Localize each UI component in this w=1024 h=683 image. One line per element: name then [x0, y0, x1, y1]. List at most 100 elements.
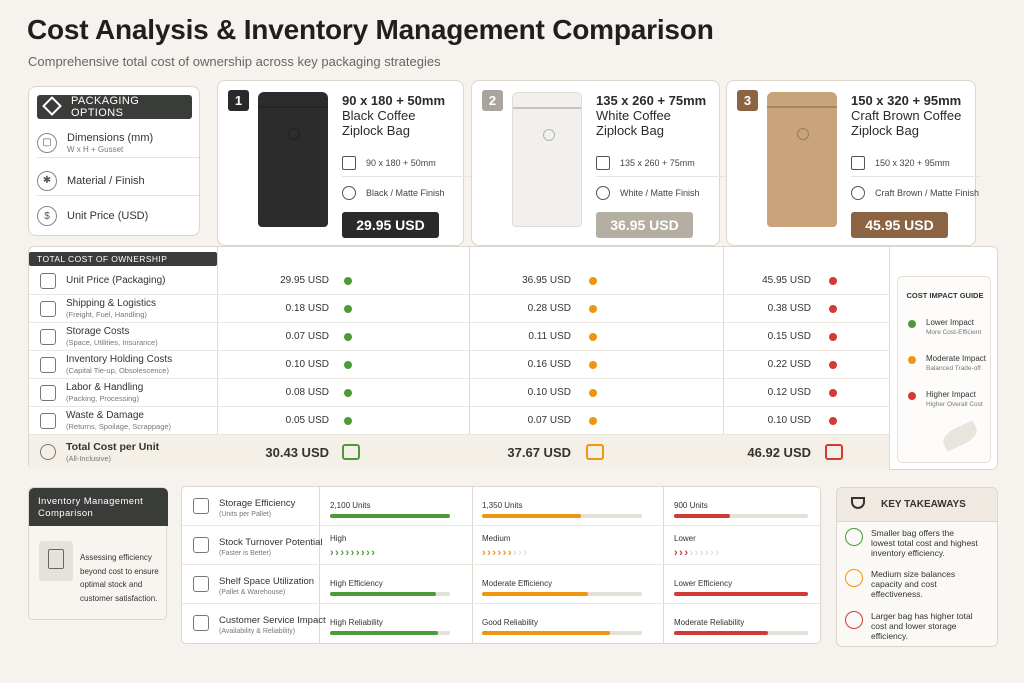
dimension-icon [851, 155, 865, 170]
option-dimensions: ▢ Dimensions (mm) W x H + Gusset [37, 128, 199, 158]
tco-value: 0.38 USD [767, 303, 811, 314]
impact-dot [829, 361, 837, 369]
tco-row: Shipping & Logistics (Freight, Fuel, Hand… [29, 295, 889, 323]
product-card-3[interactable]: 3 150 x 320 + 95mm Craft Brown Coffee Zipl… [726, 80, 981, 246]
tco-table: TOTAL COST OF OWNERSHIP BREAKDOWN Unit P… [28, 246, 998, 470]
chevron-rating: ››››››››› [674, 547, 721, 559]
product-dimensions: 135 x 260 + 75mm [596, 149, 726, 177]
dimension-icon [342, 155, 356, 170]
coins-icon-red [825, 444, 843, 460]
inventory-value: High Efficiency [330, 579, 383, 588]
product-card-2[interactable]: 2 135 x 260 + 75mm White Coffee Ziplock Ba… [471, 80, 726, 246]
takeaway-2: Medium size balances capacity and cost eff… [845, 569, 990, 599]
total-value-1: 30.43 USD [265, 445, 329, 460]
snowflake-icon: ✱ [37, 170, 57, 191]
impact-dot [829, 277, 837, 285]
takeaway-3: Larger bag has higher total cost and lowe… [845, 611, 990, 641]
tco-value: 0.16 USD [527, 359, 571, 370]
inventory-row: Customer Service Impact (Availability & R… [182, 604, 820, 643]
progress-fill [674, 514, 730, 518]
progress-bar [674, 514, 808, 518]
inventory-value: High Reliability [330, 618, 383, 627]
refresh-icon [193, 537, 209, 553]
product-number-badge: 1 [228, 90, 249, 111]
tag-icon [40, 273, 56, 289]
inventory-value: Moderate Reliability [674, 618, 745, 627]
tco-value: 36.95 USD [522, 275, 571, 286]
impact-dot [344, 389, 352, 397]
tco-header: TOTAL COST OF OWNERSHIP BREAKDOWN [29, 252, 217, 278]
inventory-description: Assessing efficiency beyond cost to ensur… [80, 553, 159, 603]
cost-impact-guide: COST IMPACT GUIDE Lower Impact More Cost… [897, 276, 991, 463]
tco-total-row: Total Cost per Unit (All-Inclusive) 30.43… [29, 435, 889, 470]
product-card-1[interactable]: 1 90 x 180 + 50mm Black Coffee Ziplock Bag… [217, 80, 472, 246]
product-price: 36.95 USD [596, 212, 693, 238]
impact-dot [589, 417, 597, 425]
brown-bag-image [767, 92, 837, 227]
progress-fill [482, 631, 610, 635]
clipboard-icon-inner [48, 549, 64, 569]
inventory-value: Medium [482, 534, 511, 543]
inventory-intro-card: Inventory Management Comparison Assessin… [28, 487, 168, 620]
product-finish: White / Matte Finish [596, 179, 726, 207]
product-dimensions: 90 x 180 + 50mm [342, 149, 472, 177]
total-value-2: 37.67 USD [507, 445, 571, 460]
tco-value: 0.05 USD [285, 415, 329, 426]
impact-dot [589, 305, 597, 313]
inventory-table: Storage Efficiency (Units per Pallet) 2,10… [181, 486, 821, 644]
chart-up-icon [845, 528, 863, 546]
product-finish: Black / Matte Finish [342, 179, 472, 207]
inventory-value: High [330, 534, 347, 543]
white-bag-image [512, 92, 582, 227]
tco-value: 0.15 USD [767, 331, 811, 342]
tco-value: 0.11 USD [528, 331, 571, 342]
progress-fill [330, 592, 436, 596]
product-number-badge: 3 [737, 90, 758, 111]
progress-bar [330, 592, 450, 596]
progress-fill [482, 514, 581, 518]
product-title: 150 x 320 + 95mm Craft Brown Coffee Ziploc… [851, 93, 962, 138]
tco-value: 0.28 USD [527, 303, 571, 314]
truck-icon [40, 301, 56, 317]
trophy-icon [851, 497, 865, 509]
coins-icon-green [342, 444, 360, 460]
inventory-row: Stock Turnover Potential (Faster is Bette… [182, 526, 820, 565]
dimension-icon [596, 155, 610, 170]
green-dot [908, 320, 916, 328]
impact-dot [344, 277, 352, 285]
shelf-icon [193, 576, 209, 592]
palette-icon [851, 186, 865, 200]
tco-value: 0.10 USD [767, 415, 811, 426]
users-icon [193, 615, 209, 631]
impact-dot [589, 277, 597, 285]
page-subtitle: Comprehensive total cost of ownership ac… [28, 54, 441, 69]
tco-row: Inventory Holding Costs (Capital Tie-up, … [29, 351, 889, 379]
tco-row: Waste & Damage (Returns, Spoilage, Scrapp… [29, 407, 889, 435]
inventory-value: Lower [674, 534, 696, 543]
inventory-row: Shelf Space Utilization (Pallet & Warehou… [182, 565, 820, 604]
impact-dot [829, 333, 837, 341]
trash-icon [40, 413, 56, 429]
black-bag-image [258, 92, 328, 227]
scale-icon [845, 569, 863, 587]
dollar-icon: $ [37, 206, 57, 226]
impact-dot [344, 305, 352, 313]
inventory-value: 2,100 Units [330, 501, 371, 510]
orange-dot [908, 356, 916, 364]
tco-value: 0.07 USD [285, 331, 329, 342]
product-price: 45.95 USD [851, 212, 948, 238]
box-icon: ▢ [37, 132, 57, 153]
impact-dot [589, 389, 597, 397]
impact-dot [344, 361, 352, 369]
palette-icon [596, 186, 610, 200]
progress-bar [674, 592, 808, 596]
tco-value: 0.12 USD [767, 387, 811, 398]
impact-dot [589, 361, 597, 369]
progress-bar [482, 592, 642, 596]
product-title: 90 x 180 + 50mm Black Coffee Ziplock Bag [342, 93, 445, 138]
tco-value: 0.08 USD [285, 387, 329, 398]
option-unit-price: $ Unit Price (USD) [37, 201, 199, 231]
guide-header: COST IMPACT GUIDE [906, 291, 984, 300]
inventory-value: 1,350 Units [482, 501, 523, 510]
progress-fill [330, 631, 438, 635]
